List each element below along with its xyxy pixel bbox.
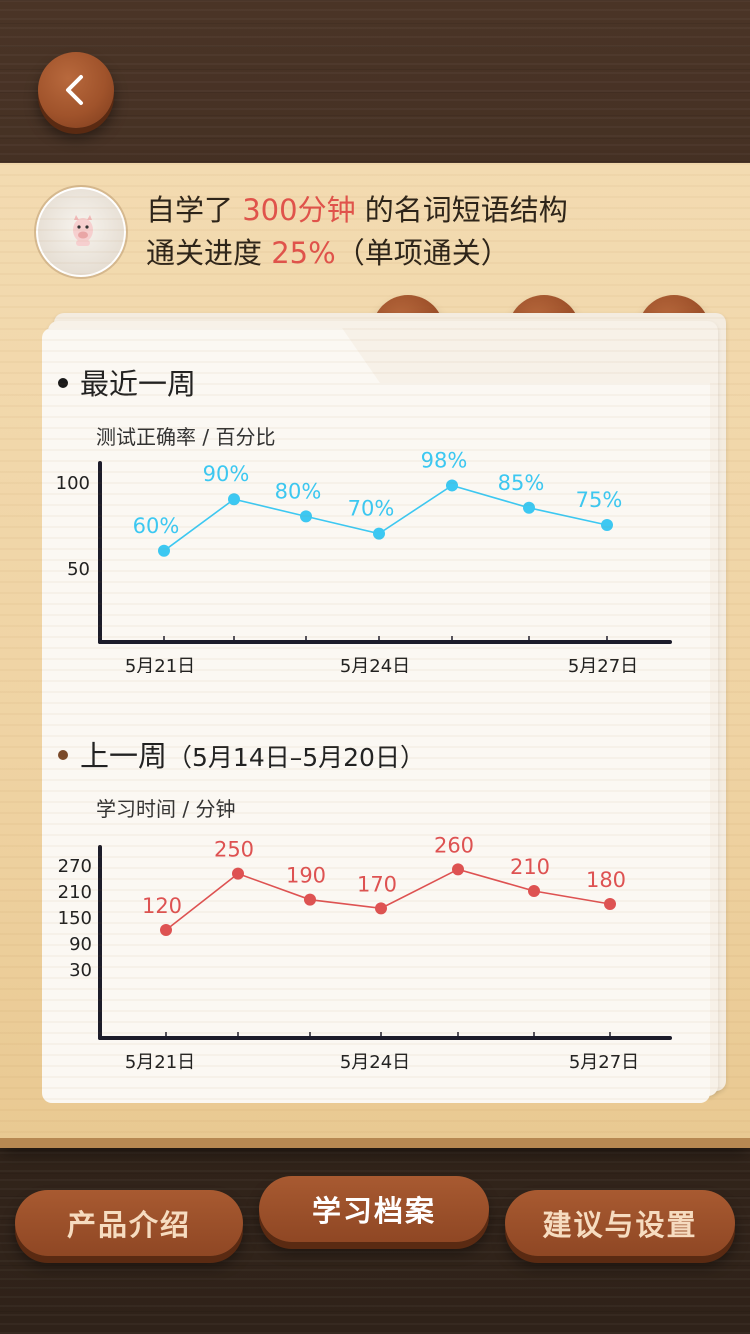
data-label: 60% xyxy=(133,514,180,538)
chevron-left-icon xyxy=(66,75,83,105)
data-point xyxy=(158,544,170,557)
data-label: 250 xyxy=(214,838,254,862)
x-tick-label: 5月24日 xyxy=(340,656,410,673)
data-point xyxy=(160,924,172,936)
section-title-text: 上一周 xyxy=(80,739,168,773)
data-label: 210 xyxy=(510,855,550,879)
study-record-board: 自学了 300分钟 的名词短语结构 通关进度 25%（单项通关） 日 月 周 最… xyxy=(0,163,750,1138)
data-point xyxy=(304,893,316,906)
study-time-chart: 270 210 150 90 30 5月21日 5月24日 5月27日 120 250 190 170… xyxy=(42,833,710,1073)
y-tick-label: 150 xyxy=(58,908,92,929)
data-point xyxy=(523,501,535,514)
y-tick-label: 30 xyxy=(69,960,92,981)
y-tick-label: 100 xyxy=(56,473,90,494)
nav-settings-button[interactable]: 建议与设置 xyxy=(505,1190,735,1256)
avatar[interactable] xyxy=(34,185,128,279)
tab-week[interactable]: 周 xyxy=(638,295,710,367)
accuracy-axis-title: 测试正确率 / 百分比 xyxy=(96,425,276,449)
summary-line-1: 自学了 300分钟 的名词短语结构 xyxy=(146,189,568,232)
x-tick-label: 5月21日 xyxy=(125,656,195,673)
data-point xyxy=(375,902,387,915)
data-point xyxy=(232,867,244,880)
y-tick-label: 90 xyxy=(69,934,92,955)
data-label: 75% xyxy=(576,488,623,512)
study-time-line-chart: 270 210 150 90 30 5月21日 5月24日 5月27日 120 250 190 170… xyxy=(58,833,672,1073)
bullet-dot xyxy=(58,378,68,388)
record-paper xyxy=(42,328,710,1103)
progress-value: 25% xyxy=(271,236,336,270)
accuracy-line-chart: 100 50 5月21日 5月24日 5月27日 60% 90% 80% 70% 98% 85% 75… xyxy=(56,448,672,677)
data-point xyxy=(446,479,458,492)
back-button[interactable] xyxy=(38,52,114,128)
x-tick-label: 5月27日 xyxy=(569,1052,639,1073)
tab-day[interactable]: 日 xyxy=(372,295,444,367)
data-point xyxy=(300,510,312,523)
paper-stack-middle xyxy=(48,321,718,1096)
data-point xyxy=(373,527,385,540)
data-label: 170 xyxy=(357,872,397,896)
data-label: 180 xyxy=(586,868,626,892)
study-minutes: 300分钟 xyxy=(242,193,356,227)
section-last-week: 上一周（5月14日–5月20日） xyxy=(58,733,425,775)
x-tick-label: 5月24日 xyxy=(340,1052,410,1073)
progress-note: （单项通关） xyxy=(335,236,510,270)
data-label: 90% xyxy=(203,462,250,486)
data-point xyxy=(452,863,464,876)
data-label: 85% xyxy=(498,471,545,495)
data-label: 190 xyxy=(286,864,326,888)
accuracy-chart: 100 50 5月21日 5月24日 5月27日 60% 90% 80% 70% 98% 85% 75… xyxy=(42,448,710,677)
data-label: 260 xyxy=(434,833,474,857)
summary-prefix: 自学了 xyxy=(146,193,243,227)
data-point xyxy=(604,898,616,910)
data-label: 120 xyxy=(142,894,182,918)
data-label: 70% xyxy=(348,497,395,521)
data-label: 80% xyxy=(275,479,322,503)
series-line xyxy=(163,484,608,552)
y-tick-label: 50 xyxy=(67,559,90,580)
bullet-dot xyxy=(58,750,68,760)
data-label: 98% xyxy=(421,448,468,472)
section-title-text: 最近一周 xyxy=(80,367,197,401)
tab-month[interactable]: 月 xyxy=(508,295,580,367)
data-point xyxy=(601,519,613,531)
y-tick-label: 210 xyxy=(58,882,92,903)
topic-name: 的名词短语结构 xyxy=(355,193,568,227)
nav-product-intro-button[interactable]: 产品介绍 xyxy=(15,1190,243,1256)
paper-stack-back xyxy=(54,313,726,1091)
pig-avatar-icon xyxy=(73,215,93,246)
section-recent-week: 最近一周 xyxy=(58,361,196,403)
study-summary: 自学了 300分钟 的名词短语结构 通关进度 25%（单项通关） xyxy=(146,189,568,275)
y-tick-label: 270 xyxy=(58,856,92,877)
x-tick-label: 5月21日 xyxy=(125,1052,195,1073)
summary-line-2: 通关进度 25%（单项通关） xyxy=(146,232,568,275)
study-time-axis-title: 学习时间 / 分钟 xyxy=(96,797,236,821)
progress-label: 通关进度 xyxy=(146,236,272,270)
nav-study-record-button[interactable]: 学习档案 xyxy=(259,1176,489,1242)
data-point xyxy=(528,885,540,897)
data-point xyxy=(228,493,240,506)
series-line xyxy=(165,868,611,931)
section-date-range: （5月14日–5月20日） xyxy=(167,743,425,772)
x-tick-label: 5月27日 xyxy=(568,656,638,673)
